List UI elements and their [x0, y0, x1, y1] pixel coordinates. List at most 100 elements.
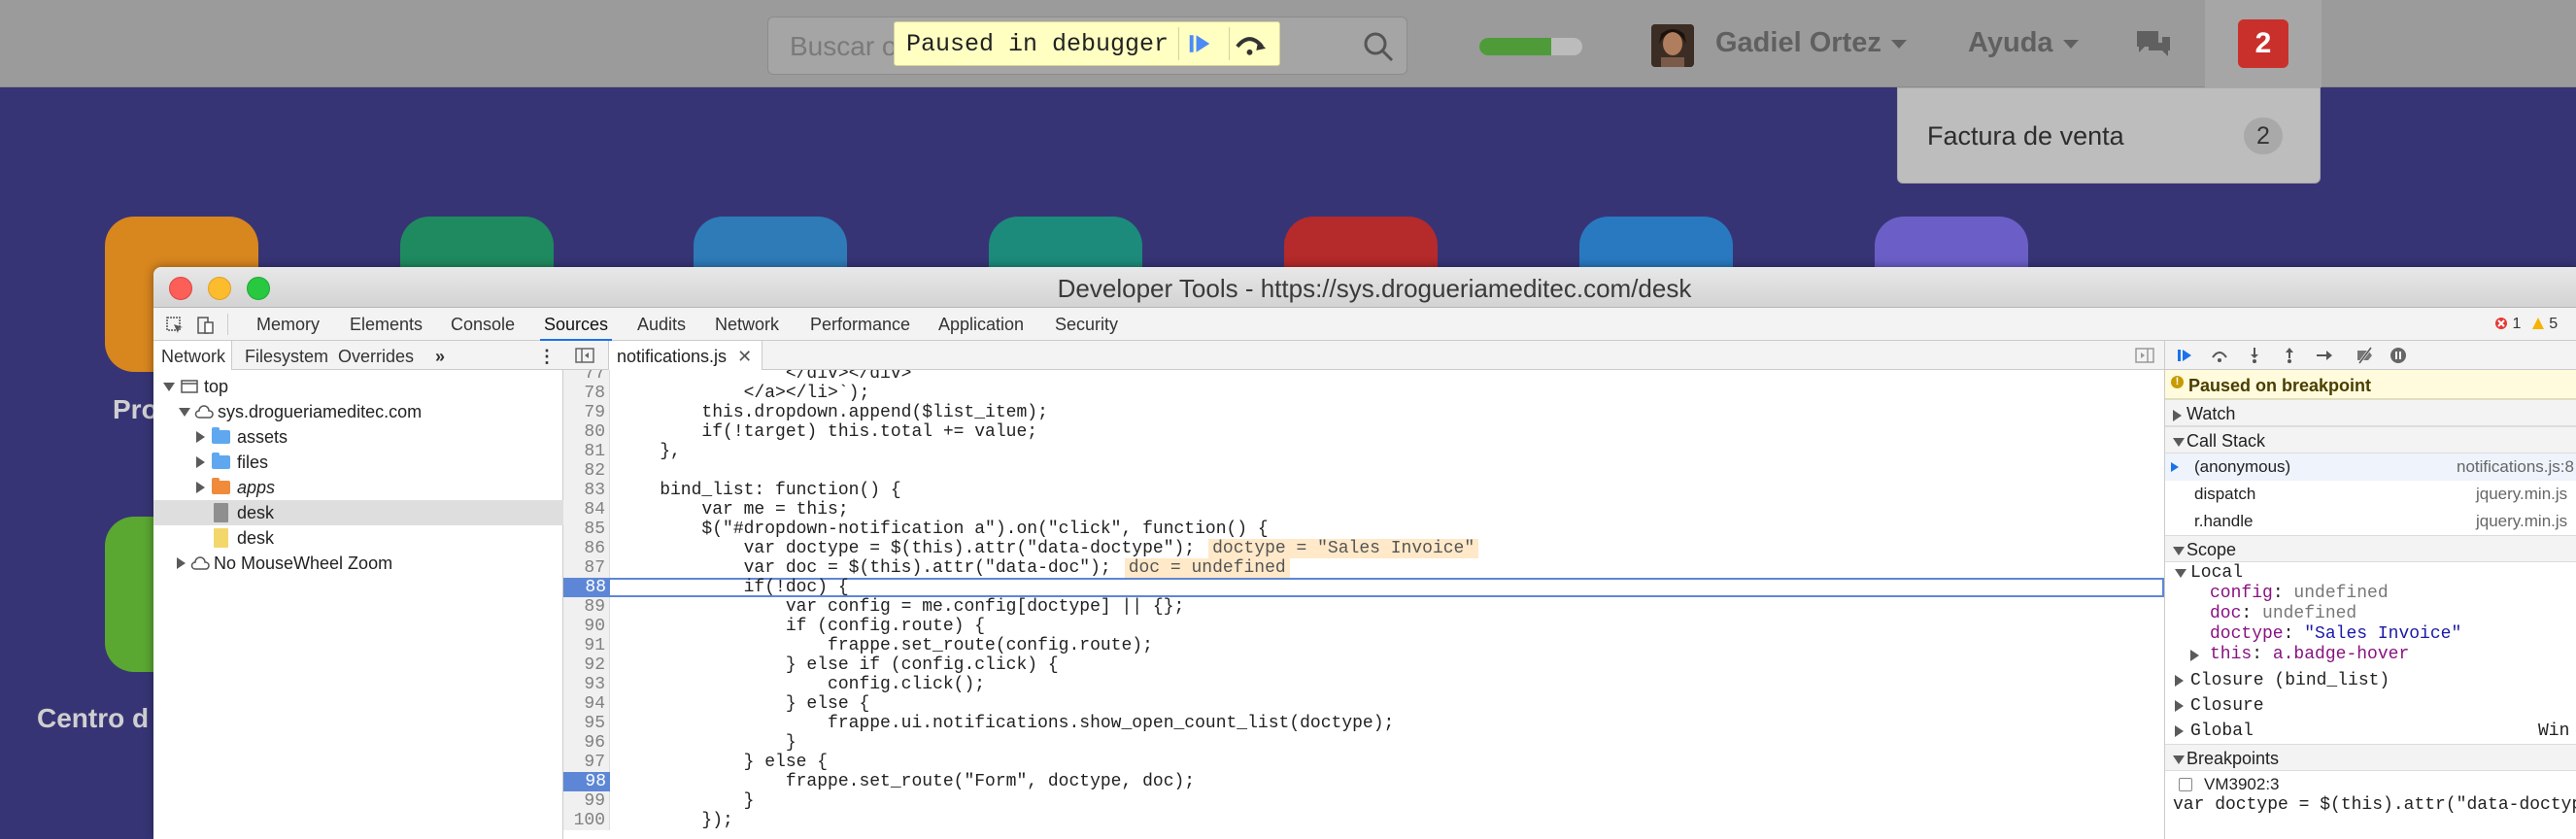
- navigator-tab-network[interactable]: Network: [153, 341, 233, 370]
- tree-item-domain[interactable]: sys.drogueriameditec.com: [153, 399, 563, 424]
- deactivate-breakpoints-icon[interactable]: [2356, 347, 2375, 364]
- call-stack-section[interactable]: Call Stack: [2165, 426, 2576, 453]
- code-line[interactable]: 92 } else if (config.click) {: [563, 655, 2164, 675]
- line-number[interactable]: 79: [563, 403, 610, 422]
- line-number[interactable]: 89: [563, 597, 610, 617]
- dropdown-item-sales-invoice[interactable]: Factura de venta: [1927, 121, 2124, 151]
- step-over-icon[interactable]: [1229, 27, 1270, 60]
- code-line[interactable]: 82: [563, 461, 2164, 481]
- line-number[interactable]: 100: [563, 811, 610, 830]
- call-frame-rhandle[interactable]: r.handle jquery.min.js: [2165, 508, 2576, 535]
- tab-elements[interactable]: Elements: [350, 315, 423, 335]
- tab-network[interactable]: Network: [715, 315, 779, 335]
- tree-item-assets[interactable]: assets: [153, 424, 563, 450]
- more-tabs-button[interactable]: »: [435, 347, 445, 367]
- code-line[interactable]: 87 var doc = $(this).attr("data-doc"); do…: [563, 558, 2164, 578]
- code-line[interactable]: 99 }: [563, 791, 2164, 811]
- code-line[interactable]: 90 if (config.route) {: [563, 617, 2164, 636]
- line-number[interactable]: 83: [563, 481, 610, 500]
- code-line[interactable]: 77 </div></div>: [563, 370, 2164, 384]
- tab-application[interactable]: Application: [938, 315, 1024, 335]
- tree-item-files[interactable]: files: [153, 450, 563, 475]
- scope-global[interactable]: Global Win: [2165, 719, 2576, 744]
- tab-sources[interactable]: Sources: [539, 315, 613, 341]
- notifications-button[interactable]: 2: [2205, 0, 2322, 87]
- code-line[interactable]: 85 $("#dropdown-notification a").on("cli…: [563, 520, 2164, 539]
- line-number[interactable]: 99: [563, 791, 610, 811]
- code-line[interactable]: 98 frappe.set_route("Form", doctype, doc…: [563, 772, 2164, 791]
- inspect-element-icon[interactable]: [165, 316, 185, 335]
- tree-item-desk-selected[interactable]: desk: [153, 500, 563, 525]
- line-number[interactable]: 94: [563, 694, 610, 714]
- tree-item-top[interactable]: top: [153, 374, 563, 399]
- line-number[interactable]: 77: [563, 370, 610, 384]
- code-line[interactable]: 94 } else {: [563, 694, 2164, 714]
- call-frame-anonymous[interactable]: (anonymous) notifications.js:8: [2165, 453, 2576, 481]
- resume-icon[interactable]: [2175, 347, 2194, 364]
- user-menu[interactable]: Gadiel Ortez: [1715, 27, 1907, 59]
- line-number[interactable]: 86: [563, 539, 610, 558]
- code-lines[interactable]: 77 </div></div> 78 </a></li>`); 79 this.dr…: [563, 370, 2164, 839]
- code-line[interactable]: 80 if(!target) this.total += value;: [563, 422, 2164, 442]
- step-into-icon[interactable]: [2245, 347, 2264, 364]
- resume-icon[interactable]: [1178, 27, 1219, 60]
- error-counter[interactable]: 1 5: [2494, 316, 2558, 333]
- avatar[interactable]: [1651, 24, 1694, 67]
- step-over-icon[interactable]: [2210, 347, 2229, 364]
- scope-local[interactable]: Local: [2165, 562, 2576, 584]
- code-line[interactable]: 100 });: [563, 811, 2164, 830]
- toggle-debugger-icon[interactable]: [2135, 348, 2154, 363]
- line-number[interactable]: 82: [563, 461, 610, 481]
- tab-audits[interactable]: Audits: [637, 315, 686, 335]
- close-tab-icon[interactable]: ✕: [737, 347, 752, 366]
- code-line[interactable]: 79 this.dropdown.append($list_item);: [563, 403, 2164, 422]
- code-line[interactable]: 89 var config = me.config[doctype] || {}…: [563, 597, 2164, 617]
- scope-closure-bind-list[interactable]: Closure (bind_list): [2165, 668, 2576, 693]
- line-number[interactable]: 91: [563, 636, 610, 655]
- pause-on-exceptions-icon[interactable]: [2389, 347, 2408, 364]
- chat-icon[interactable]: [2135, 29, 2172, 60]
- device-toolbar-icon[interactable]: [196, 316, 216, 335]
- scope-variable-doctype[interactable]: doctype: "Sales Invoice": [2165, 624, 2576, 645]
- line-number[interactable]: 98: [563, 772, 610, 791]
- code-line[interactable]: 83 bind_list: function() {: [563, 481, 2164, 500]
- code-line[interactable]: 95 frappe.ui.notifications.show_open_cou…: [563, 714, 2164, 733]
- code-line[interactable]: 96 }: [563, 733, 2164, 753]
- tree-item-extension[interactable]: No MouseWheel Zoom: [153, 551, 563, 576]
- code-line[interactable]: 86 var doctype = $(this).attr("data-doct…: [563, 539, 2164, 558]
- scope-variable-doc[interactable]: doc: undefined: [2165, 604, 2576, 624]
- editor-tab-notifications-js[interactable]: notifications.js ✕: [608, 341, 763, 370]
- line-number[interactable]: 80: [563, 422, 610, 442]
- search-icon[interactable]: [1362, 30, 1395, 63]
- step-out-icon[interactable]: [2280, 347, 2299, 364]
- line-number[interactable]: 88: [563, 578, 610, 597]
- line-number[interactable]: 78: [563, 384, 610, 403]
- line-number[interactable]: 95: [563, 714, 610, 733]
- code-line[interactable]: 81 },: [563, 442, 2164, 461]
- code-line[interactable]: 97 } else {: [563, 753, 2164, 772]
- line-number[interactable]: 84: [563, 500, 610, 520]
- line-number[interactable]: 92: [563, 655, 610, 675]
- code-line[interactable]: 91 frappe.set_route(config.route);: [563, 636, 2164, 655]
- kebab-menu-icon[interactable]: ⋮: [538, 347, 556, 367]
- step-icon[interactable]: [2315, 347, 2334, 364]
- line-number[interactable]: 87: [563, 558, 610, 578]
- line-number[interactable]: 85: [563, 520, 610, 539]
- watch-section[interactable]: Watch: [2165, 399, 2576, 426]
- scope-section[interactable]: Scope: [2165, 535, 2576, 562]
- breakpoint-checkbox[interactable]: [2179, 778, 2192, 791]
- help-menu[interactable]: Ayuda: [1968, 27, 2079, 59]
- code-line[interactable]: 84 var me = this;: [563, 500, 2164, 520]
- tree-item-apps[interactable]: apps: [153, 475, 563, 500]
- tab-security[interactable]: Security: [1055, 315, 1118, 335]
- navigator-tab-filesystem[interactable]: Filesystem: [245, 347, 328, 367]
- tab-memory[interactable]: Memory: [256, 315, 320, 335]
- line-number[interactable]: 93: [563, 675, 610, 694]
- code-line[interactable]: 78 </a></li>`);: [563, 384, 2164, 403]
- tab-performance[interactable]: Performance: [810, 315, 910, 335]
- scope-closure[interactable]: Closure: [2165, 693, 2576, 719]
- scope-variable-this[interactable]: this: a.badge-hover: [2165, 645, 2576, 665]
- line-number[interactable]: 81: [563, 442, 610, 461]
- breakpoints-section[interactable]: Breakpoints: [2165, 744, 2576, 771]
- line-number[interactable]: 97: [563, 753, 610, 772]
